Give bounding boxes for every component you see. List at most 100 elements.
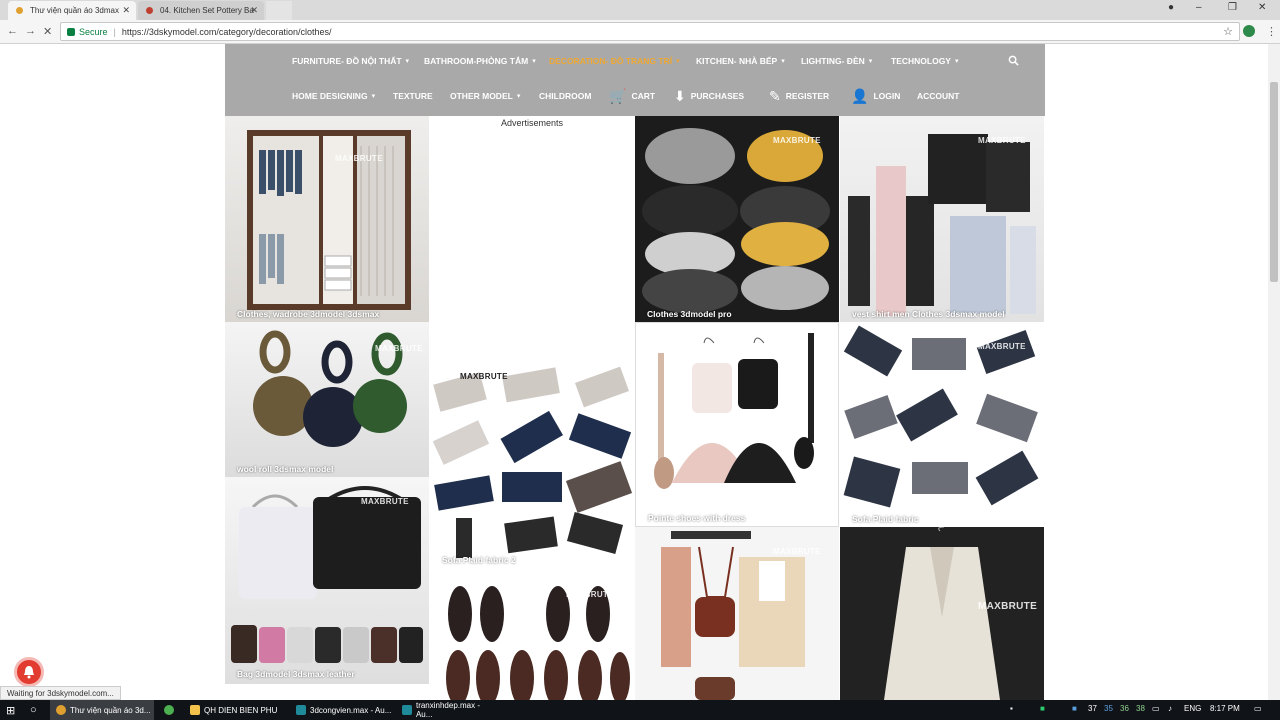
tray-number: 38 xyxy=(1136,704,1145,713)
watermark: MAXBRUTE xyxy=(335,154,383,163)
windows-start-icon[interactable]: ⊞ xyxy=(6,700,15,720)
scrollbar-thumb[interactable] xyxy=(1270,82,1278,282)
product-card-coat[interactable]: MAXBRUTE xyxy=(840,527,1044,700)
page-scrollbar[interactable] xyxy=(1268,44,1280,700)
tab-inactive[interactable]: 04. Kitchen Set Pottery Ba ✕ xyxy=(138,1,264,20)
profile-icon[interactable]: ● xyxy=(1168,2,1174,13)
url-field[interactable]: Secure | https://3dskymodel.com/category… xyxy=(60,22,1240,41)
3dsmax-icon xyxy=(402,705,412,715)
watermark: MAXBRUTE xyxy=(361,497,409,506)
product-caption[interactable]: Sofa Plaid fabric xyxy=(852,514,919,524)
plaid-scarves-image xyxy=(843,325,1039,508)
maximize-icon[interactable]: ❐ xyxy=(1228,2,1237,13)
taskbar-3dsmax-2[interactable]: tranxinhdep.max - Au... xyxy=(398,700,498,720)
close-icon[interactable]: ✕ xyxy=(122,5,130,16)
chevron-down-icon: ▾ xyxy=(371,93,376,100)
forward-icon[interactable]: → xyxy=(25,25,36,37)
tab-title: 04. Kitchen Set Pottery Ba xyxy=(160,6,254,15)
product-caption[interactable]: vest shirt men Clothes 3dsmax model xyxy=(852,309,1005,319)
nav-account[interactable]: ACCOUNT xyxy=(917,91,960,101)
product-caption[interactable]: wool roll 3dsmax model xyxy=(237,464,333,474)
product-card-sofa-plaid[interactable]: MAXBRUTE Sofa Plaid fabric xyxy=(840,322,1044,527)
product-caption[interactable]: Pointe shoes with dress xyxy=(648,513,745,523)
nav-purchases[interactable]: ⬇ PURCHASES xyxy=(674,88,744,105)
tray-icon[interactable]: ▪ xyxy=(1010,704,1013,713)
vest-shirt-image xyxy=(848,134,1036,316)
taskbar-app[interactable] xyxy=(160,700,182,720)
clothes-pile-image xyxy=(642,128,830,313)
menu-icon[interactable]: ⋮ xyxy=(1266,25,1277,38)
taskbar-3dsmax-1[interactable]: 3dcongvien.max - Au... xyxy=(292,700,392,720)
nav-texture[interactable]: TEXTURE xyxy=(393,91,433,101)
product-card-pointe-shoes[interactable]: MAXBRUTE Pointe shoes with dress xyxy=(635,322,839,527)
back-icon[interactable]: ← xyxy=(7,25,18,37)
network-icon[interactable]: ▭ xyxy=(1152,704,1160,713)
bags-image xyxy=(231,486,423,663)
nav-kitchen[interactable]: KITCHEN- NHÀ BẾP ▾ xyxy=(696,56,785,66)
download-icon: ⬇ xyxy=(674,87,686,104)
product-card-hanging-clothes[interactable]: MAXBRUTE xyxy=(635,527,839,700)
product-card-vest-shirt[interactable]: MAXBRUTE vest shirt men Clothes 3dsmax m… xyxy=(840,116,1044,322)
tray-number: 37 xyxy=(1088,704,1097,713)
3dsmax-icon xyxy=(296,705,306,715)
search-icon[interactable] xyxy=(1008,55,1019,66)
nav-home-designing[interactable]: HOME DESIGNING ▾ xyxy=(292,91,375,101)
user-icon: 👤 xyxy=(851,87,869,104)
watermark: MAXBRUTE xyxy=(375,344,423,353)
product-caption[interactable]: Clothes 3dmodel pro xyxy=(647,309,732,319)
nav-childroom[interactable]: CHILDROOM xyxy=(539,91,591,101)
chevron-down-icon: ▾ xyxy=(868,58,873,65)
taskbar-chrome[interactable]: Thư viện quần áo 3d... xyxy=(50,700,154,720)
browser-tab-strip: Thư viện quần áo 3dmax ✕ 04. Kitchen Set… xyxy=(0,0,1280,20)
advertisement-area: Advertisements xyxy=(430,116,634,322)
product-caption[interactable]: Bag 3dmodel 3dsmax leather xyxy=(237,669,355,679)
pointe-dress-image xyxy=(654,333,814,489)
product-caption[interactable]: Clothes, wadrobe 3dmodel 3dsmax xyxy=(237,309,379,319)
tab-active[interactable]: Thư viện quần áo 3dmax ✕ xyxy=(8,1,136,20)
bookmark-star-icon[interactable]: ☆ xyxy=(1223,25,1233,38)
cortana-search-icon[interactable]: ○ xyxy=(30,700,37,720)
taskbar-folder[interactable]: QH DIEN BIEN PHU xyxy=(186,700,286,720)
clock-time[interactable]: 8:17 PM xyxy=(1210,704,1240,713)
product-caption[interactable]: Sofa Plaid fabric 2 xyxy=(442,555,516,565)
notifications-icon[interactable]: ▭ xyxy=(1254,704,1262,713)
nav-lighting[interactable]: LIGHTING- ĐÈN ▾ xyxy=(801,56,872,66)
ads-label: Advertisements xyxy=(500,118,564,128)
plaid-fabric-image xyxy=(432,366,633,558)
product-card-shoes[interactable]: MAXBRUTE xyxy=(430,570,634,700)
nav-decoration[interactable]: DECORATION- ĐỒ TRANG TRÍ ▾ xyxy=(549,56,680,66)
tray-icon[interactable]: ■ xyxy=(1072,704,1077,713)
minimize-icon[interactable]: – xyxy=(1196,2,1202,13)
lock-icon xyxy=(67,27,75,36)
nav-other-model[interactable]: OTHER MODEL ▾ xyxy=(450,91,520,101)
product-card-clothes[interactable]: MAXBRUTE Clothes 3dmodel pro xyxy=(635,116,839,322)
new-tab-button[interactable] xyxy=(266,1,292,20)
nav-technology[interactable]: TECHNOLOGY ▾ xyxy=(891,56,959,66)
nav-login[interactable]: 👤 LOGIN xyxy=(851,88,900,105)
chevron-down-icon: ▾ xyxy=(405,58,410,65)
volume-icon[interactable]: ♪ xyxy=(1168,704,1172,713)
notification-button[interactable] xyxy=(14,657,44,687)
window-close-icon[interactable]: ✕ xyxy=(1258,2,1266,13)
main-nav-row2: HOME DESIGNING ▾ TEXTURE OTHER MODEL ▾ CHI… xyxy=(225,81,1045,111)
nav-bathroom[interactable]: BATHROOM-PHÒNG TẮM ▾ xyxy=(424,56,536,66)
input-language[interactable]: ENG xyxy=(1184,704,1201,713)
watermark: MAXBRUTE xyxy=(773,547,821,556)
product-card-wardrobe[interactable]: MAXBRUTE Clothes, wadrobe 3dmodel 3dsmax xyxy=(225,116,429,322)
edit-icon: ✎ xyxy=(769,87,781,104)
tray-icon[interactable]: ■ xyxy=(1040,704,1045,713)
product-card-wool-roll[interactable]: MAXBRUTE wool roll 3dsmax model xyxy=(225,322,429,477)
product-card-bag[interactable]: MAXBRUTE Bag 3dmodel 3dsmax leather xyxy=(225,477,429,684)
chevron-down-icon: ▾ xyxy=(954,58,959,65)
nav-furniture[interactable]: FURNITURE- ĐỒ NỘI THẤT ▾ xyxy=(292,56,409,66)
extension-icon[interactable] xyxy=(1243,25,1255,37)
coat-image xyxy=(884,527,1000,700)
stop-loading-icon[interactable]: ✕ xyxy=(43,25,52,38)
watermark: MAXBRUTE xyxy=(978,601,1038,612)
product-card-sofa-plaid-2[interactable]: MAXBRUTE Sofa Plaid fabric 2 xyxy=(430,350,634,568)
nav-cart[interactable]: 🛒 CART xyxy=(609,88,655,105)
close-icon[interactable]: ✕ xyxy=(250,5,258,16)
tray-number: 36 xyxy=(1120,704,1129,713)
nav-register[interactable]: ✎ REGISTER xyxy=(769,88,829,105)
browser-status-bubble: Waiting for 3dskymodel.com... xyxy=(0,686,121,700)
